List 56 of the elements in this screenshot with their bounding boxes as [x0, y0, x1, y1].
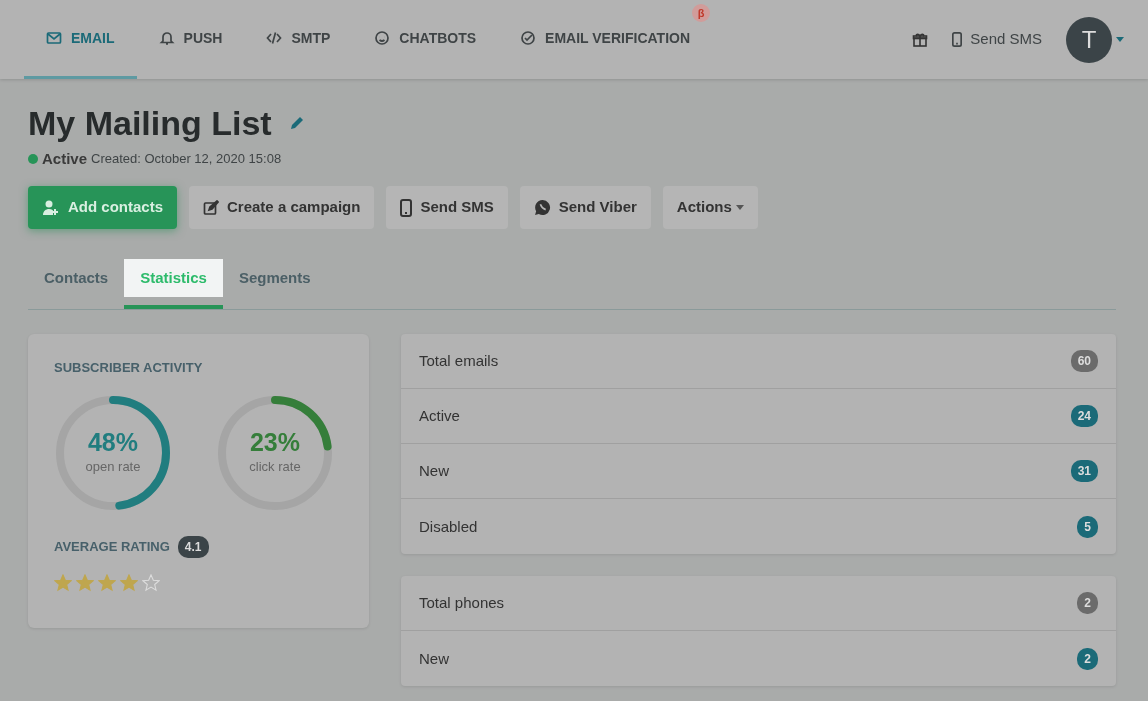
- count-badge: 2: [1077, 647, 1098, 670]
- check-circle-icon: [520, 30, 537, 46]
- stat-label: Active: [419, 406, 460, 427]
- stat-label: Disabled: [419, 516, 478, 537]
- created-date: Created: October 12, 2020 15:08: [91, 150, 282, 169]
- code-icon: [266, 30, 283, 46]
- caret-icon: [735, 205, 744, 211]
- count-badge: 31: [1070, 460, 1098, 483]
- section-heading: SUBSCRIBER ACTIVITY: [54, 359, 204, 378]
- filled-star-icon: [54, 573, 72, 592]
- tab[interactable]: Segments: [222, 258, 327, 310]
- chat-icon: [374, 30, 391, 46]
- rating-badge: 4.1: [177, 535, 209, 558]
- nav-tab[interactable]: PUSH: [136, 0, 245, 79]
- action-button[interactable]: Send SMS: [386, 186, 508, 229]
- stat-label: Total phones: [419, 593, 505, 614]
- page-title: My Mailing List: [28, 103, 272, 144]
- action-button[interactable]: Create a campaign: [189, 186, 375, 229]
- ring-value: 23%: [249, 429, 300, 457]
- nav-tab[interactable]: EMAIL VERIFICATION β: [498, 0, 713, 79]
- ring-value: 48%: [87, 429, 138, 457]
- user-plus-icon: [42, 198, 60, 217]
- empty-star-icon: [142, 573, 160, 592]
- actions-dropdown[interactable]: Actions: [662, 186, 758, 229]
- filled-star-icon: [120, 573, 138, 592]
- send-sms-link[interactable]: Send SMS: [952, 28, 1042, 51]
- count-badge: 24: [1070, 405, 1098, 428]
- filled-star-icon: [76, 573, 94, 592]
- nav-tab[interactable]: CHATBOTS: [352, 0, 499, 79]
- action-button[interactable]: Send Viber: [519, 186, 651, 229]
- tab[interactable]: Contacts: [28, 258, 125, 310]
- stat-label: Total emails: [419, 351, 499, 372]
- chat-bubble-icon: [533, 199, 551, 217]
- nav-tab[interactable]: SMTP: [244, 0, 353, 79]
- user-avatar[interactable]: T: [1066, 16, 1112, 63]
- ring-caption: open rate: [85, 457, 141, 476]
- filled-star-icon: [98, 573, 116, 592]
- section-heading: AVERAGE RATING: [54, 538, 170, 557]
- beta-badge: β: [692, 4, 711, 22]
- envelope-icon: [46, 30, 62, 46]
- phone-icon: [400, 198, 413, 217]
- status-dot: [28, 154, 38, 165]
- caret-icon[interactable]: [1116, 37, 1124, 42]
- edit-icon: [203, 199, 219, 216]
- ring-caption: click rate: [249, 457, 301, 476]
- phone-icon: [952, 32, 963, 47]
- bell-icon: [158, 30, 175, 46]
- stat-label: New: [419, 648, 449, 669]
- count-badge: 2: [1077, 592, 1098, 615]
- stat-label: New: [419, 461, 449, 482]
- count-badge: 60: [1070, 350, 1098, 373]
- status-label: Active: [42, 148, 88, 169]
- nav-tab[interactable]: EMAIL: [24, 0, 137, 79]
- gift-icon[interactable]: [912, 31, 929, 48]
- count-badge: 5: [1077, 515, 1098, 538]
- action-button[interactable]: Add contacts: [28, 186, 177, 229]
